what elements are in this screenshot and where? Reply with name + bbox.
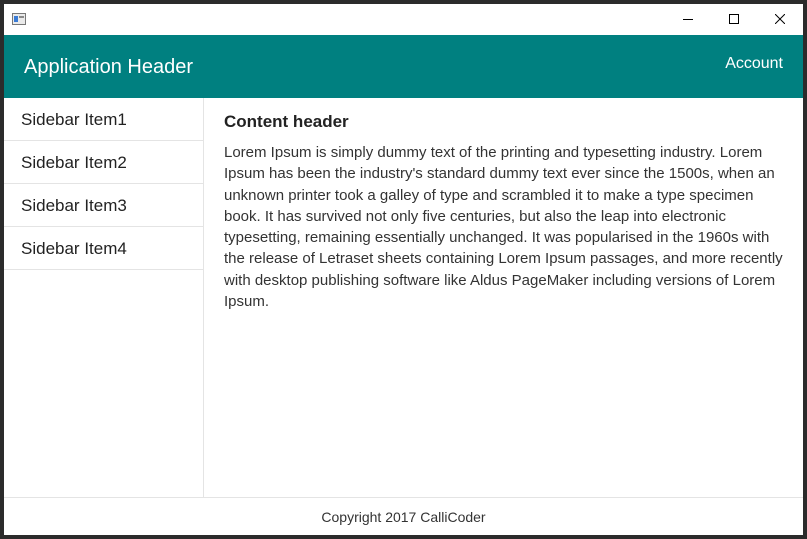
account-link[interactable]: Account [725, 55, 783, 73]
footer: Copyright 2017 CalliCoder [4, 497, 803, 535]
app-window: Application Header Account Sidebar Item1… [4, 4, 803, 535]
minimize-button[interactable] [665, 4, 711, 35]
sidebar-item-1[interactable]: Sidebar Item1 [4, 98, 203, 141]
minimize-icon [683, 11, 693, 29]
app-header: Application Header Account [4, 35, 803, 98]
close-button[interactable] [757, 4, 803, 35]
main-content: Content header Lorem Ipsum is simply dum… [224, 98, 784, 312]
sidebar-item-4[interactable]: Sidebar Item4 [4, 227, 203, 270]
content-header: Content header [224, 112, 349, 131]
close-icon [774, 11, 786, 29]
copyright-text: Copyright 2017 CalliCoder [321, 509, 486, 525]
sidebar: Sidebar Item1 Sidebar Item2 Sidebar Item… [4, 98, 204, 497]
content-body: Lorem Ipsum is simply dummy text of the … [224, 144, 783, 311]
app-title: Application Header [24, 56, 193, 78]
app-icon [12, 12, 26, 25]
sidebar-item-2[interactable]: Sidebar Item2 [4, 141, 203, 184]
maximize-icon [729, 11, 739, 29]
sidebar-item-3[interactable]: Sidebar Item3 [4, 184, 203, 227]
maximize-button[interactable] [711, 4, 757, 35]
window-titlebar[interactable] [4, 4, 803, 35]
